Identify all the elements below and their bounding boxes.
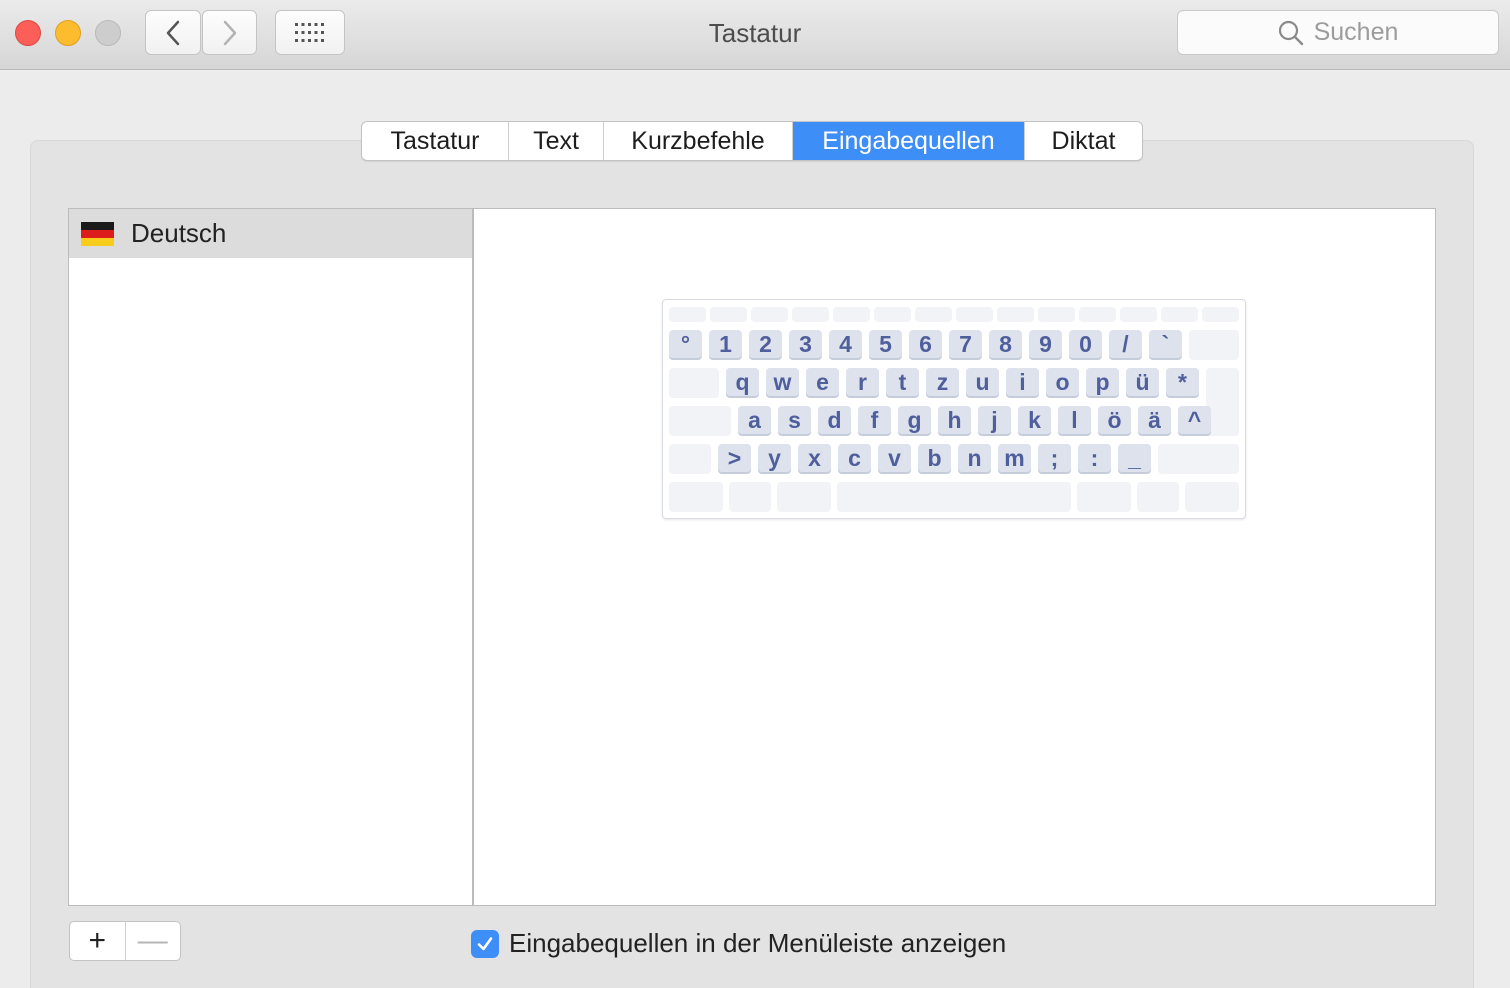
function-key (710, 307, 747, 322)
key: z (926, 368, 959, 396)
search-placeholder: Suchen (1313, 18, 1399, 46)
keyboard-layout-preview: ° 1 2 3 4 5 6 7 8 9 0 / ` q w e r t z u … (662, 299, 1246, 519)
input-sources-list[interactable]: Deutsch (68, 208, 473, 906)
control-key (729, 482, 771, 512)
key: c (838, 444, 871, 472)
key: 1 (709, 330, 742, 358)
search-field[interactable]: Suchen (1177, 10, 1499, 55)
key: j (978, 406, 1011, 434)
title-bar: Tastatur Suchen (0, 0, 1510, 70)
show-in-menubar-option[interactable]: Eingabequellen in der Menüleiste anzeige… (471, 928, 1006, 959)
function-key (833, 307, 870, 322)
key: s (778, 406, 811, 434)
key: h (938, 406, 971, 434)
function-key (874, 307, 911, 322)
key: * (1166, 368, 1199, 396)
key: u (966, 368, 999, 396)
caps-lock-key (669, 406, 731, 436)
magnifier-icon (1278, 20, 1303, 45)
function-key (1161, 307, 1198, 322)
key: ä (1138, 406, 1171, 434)
space-key (837, 482, 1071, 512)
key: 2 (749, 330, 782, 358)
tab-key (669, 368, 719, 398)
tab-diktat[interactable]: Diktat (1025, 122, 1142, 160)
arrow-keys (1185, 482, 1239, 512)
key: p (1086, 368, 1119, 396)
key: t (886, 368, 919, 396)
key: y (758, 444, 791, 472)
key: i (1006, 368, 1039, 396)
key: e (806, 368, 839, 396)
german-flag-icon (81, 221, 114, 246)
key: _ (1118, 444, 1151, 472)
key: 4 (829, 330, 862, 358)
key: g (898, 406, 931, 434)
key: q (726, 368, 759, 396)
function-key (915, 307, 952, 322)
key: a (738, 406, 771, 434)
key: ö (1098, 406, 1131, 434)
tab-bar: Tastatur Text Kurzbefehle Eingabequellen… (361, 121, 1143, 161)
key: n (958, 444, 991, 472)
remove-input-source-button[interactable]: — (126, 922, 181, 960)
key: / (1109, 330, 1142, 358)
key: 9 (1029, 330, 1062, 358)
input-source-label: Deutsch (131, 218, 227, 248)
key: 7 (949, 330, 982, 358)
key: f (858, 406, 891, 434)
add-remove-control: + — (69, 921, 181, 961)
fn-key (669, 482, 723, 512)
key: : (1078, 444, 1111, 472)
option-key (777, 482, 831, 512)
function-key (1202, 307, 1239, 322)
backspace-key (1189, 330, 1239, 360)
shift-key-right (1158, 444, 1239, 474)
function-key (751, 307, 788, 322)
key: > (718, 444, 751, 472)
option-key-right (1137, 482, 1179, 512)
key: 6 (909, 330, 942, 358)
show-in-menubar-label: Eingabequellen in der Menüleiste anzeige… (509, 928, 1007, 958)
key: x (798, 444, 831, 472)
key: d (818, 406, 851, 434)
key: b (918, 444, 951, 472)
key: w (766, 368, 799, 396)
key: ü (1126, 368, 1159, 396)
function-key (997, 307, 1034, 322)
tab-kurzbefehle[interactable]: Kurzbefehle (604, 122, 793, 160)
key: ` (1149, 330, 1182, 358)
key: ; (1038, 444, 1071, 472)
add-input-source-button[interactable]: + (70, 922, 126, 960)
function-key (792, 307, 829, 322)
show-in-menubar-checkbox[interactable] (471, 929, 499, 958)
checkmark-icon (477, 936, 493, 950)
key: 3 (789, 330, 822, 358)
tab-eingabequellen[interactable]: Eingabequellen (793, 122, 1025, 160)
function-key (669, 307, 706, 322)
function-key (1079, 307, 1116, 322)
key: 8 (989, 330, 1022, 358)
key: r (846, 368, 879, 396)
command-key (1077, 482, 1131, 512)
list-item-deutsch[interactable]: Deutsch (69, 209, 472, 258)
key: k (1018, 406, 1051, 434)
tab-tastatur[interactable]: Tastatur (362, 122, 509, 160)
key: l (1058, 406, 1091, 434)
key: ^ (1178, 406, 1211, 434)
key: o (1046, 368, 1079, 396)
function-key (1038, 307, 1075, 322)
function-key (1120, 307, 1157, 322)
key: 0 (1069, 330, 1102, 358)
key: ° (669, 330, 702, 358)
function-key (956, 307, 993, 322)
key: 5 (869, 330, 902, 358)
shift-key (669, 444, 711, 474)
key: v (878, 444, 911, 472)
tab-text[interactable]: Text (509, 122, 604, 160)
key: m (998, 444, 1031, 472)
